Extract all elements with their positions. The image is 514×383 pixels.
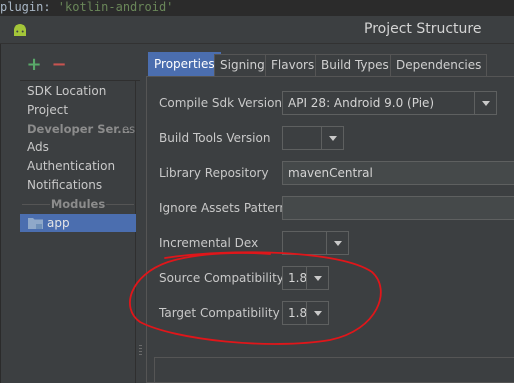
- incremental-dex-dropdown[interactable]: [282, 231, 349, 255]
- sidebar-item-notifications[interactable]: Notifications: [27, 176, 102, 194]
- chevron-down-icon[interactable]: [306, 267, 328, 289]
- sidebar-item-app[interactable]: app: [20, 214, 136, 232]
- remove-icon[interactable]: −: [51, 56, 67, 74]
- tab-flavors[interactable]: Flavors: [265, 54, 321, 76]
- window-left-edge: [0, 44, 1, 383]
- ignore-assets-field[interactable]: [282, 196, 514, 220]
- developer-services-suffix: es: [122, 122, 136, 136]
- code-keyword: plugin:: [0, 0, 58, 14]
- chevron-down-icon[interactable]: [326, 232, 348, 254]
- source-compat-dropdown[interactable]: 1.8: [282, 266, 329, 290]
- incremental-dex-label: Incremental Dex: [159, 236, 259, 250]
- module-label: app: [47, 216, 70, 230]
- target-compat-dropdown[interactable]: 1.8: [282, 301, 329, 325]
- sidebar: SDK Location Project Developer Ser... es…: [20, 80, 140, 383]
- module-toolbar: + −: [20, 56, 140, 76]
- compile-sdk-dropdown[interactable]: API 28: Android 9.0 (Pie): [282, 91, 497, 115]
- chevron-down-icon[interactable]: [474, 92, 496, 114]
- sidebar-header-modules: Modules: [20, 196, 136, 213]
- splitter-handle[interactable]: [139, 345, 142, 357]
- title-bar: Project Structure: [0, 16, 514, 44]
- source-compat-label: Source Compatibility: [159, 271, 284, 285]
- add-icon[interactable]: +: [26, 56, 42, 74]
- sidebar-item-sdk-location[interactable]: SDK Location: [27, 82, 106, 100]
- sidebar-divider: [20, 80, 140, 81]
- tab-properties[interactable]: Properties: [148, 52, 221, 76]
- code-editor-strip: plugin: 'kotlin-android': [0, 0, 514, 16]
- sidebar-header-developer-services: Developer Ser... es: [27, 120, 135, 138]
- sidebar-item-authentication[interactable]: Authentication: [27, 157, 115, 175]
- tab-bar: Properties Signing Flavors Build Types D…: [146, 52, 514, 76]
- tab-build-types[interactable]: Build Types: [315, 54, 395, 76]
- library-repository-label: Library Repository: [159, 166, 269, 180]
- target-compat-value: 1.8: [288, 306, 308, 320]
- folder-icon: [28, 218, 43, 229]
- developer-services-label: Developer Ser...: [27, 122, 131, 136]
- chevron-down-icon[interactable]: [321, 127, 343, 149]
- android-icon: [14, 24, 26, 36]
- compile-sdk-label: Compile Sdk Version: [159, 96, 283, 110]
- sidebar-item-ads[interactable]: Ads: [27, 138, 49, 156]
- target-compat-label: Target Compatibility: [159, 306, 280, 320]
- library-repository-field[interactable]: mavenCentral: [282, 161, 514, 185]
- tab-dependencies[interactable]: Dependencies: [390, 54, 488, 76]
- chevron-down-icon[interactable]: [306, 302, 328, 324]
- properties-panel: Compile Sdk Version API 28: Android 9.0 …: [146, 76, 514, 383]
- code-string: 'kotlin-android': [57, 0, 174, 14]
- window-title: Project Structure: [364, 21, 482, 37]
- library-repository-value: mavenCentral: [288, 166, 373, 180]
- build-tools-dropdown[interactable]: [282, 126, 344, 150]
- source-compat-value: 1.8: [288, 271, 308, 285]
- tab-signing[interactable]: Signing: [214, 54, 271, 76]
- compile-sdk-value: API 28: Android 9.0 (Pie): [288, 96, 435, 110]
- sidebar-item-project[interactable]: Project: [27, 101, 68, 119]
- build-tools-label: Build Tools Version: [159, 131, 271, 145]
- ignore-assets-label: Ignore Assets Pattern: [159, 201, 288, 215]
- details-box: [154, 357, 514, 383]
